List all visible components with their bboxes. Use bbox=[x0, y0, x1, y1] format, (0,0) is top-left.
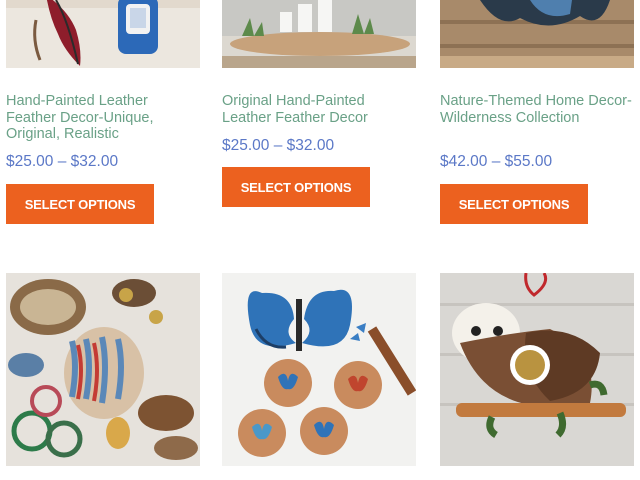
select-options-button[interactable]: Select options bbox=[440, 184, 588, 224]
price-separator: – bbox=[57, 153, 67, 170]
price-low: $25.00 bbox=[222, 137, 270, 154]
product-price: $25.00 – $32.00 bbox=[222, 137, 334, 155]
select-options-button[interactable]: Select options bbox=[6, 184, 154, 224]
product-image-owl-ornament[interactable] bbox=[440, 273, 634, 466]
price-separator: – bbox=[491, 153, 501, 170]
product-image-table-centerpiece[interactable] bbox=[222, 0, 416, 68]
select-options-button[interactable]: Select options bbox=[222, 167, 370, 207]
product-image-butterfly-coasters[interactable] bbox=[222, 273, 416, 466]
product-image-wildlife-decor[interactable] bbox=[440, 0, 634, 68]
product-title[interactable]: Nature-Themed Home Decor- Wilderness Col… bbox=[440, 93, 634, 126]
price-high: $32.00 bbox=[286, 137, 335, 154]
price-separator: – bbox=[273, 137, 283, 154]
product-image-leather-ornaments-collage[interactable] bbox=[6, 273, 200, 466]
product-price: $25.00 – $32.00 bbox=[6, 153, 118, 171]
price-high: $32.00 bbox=[70, 153, 119, 170]
product-title[interactable]: Original Hand-Painted Leather Feather De… bbox=[222, 93, 416, 126]
product-price: $42.00 – $55.00 bbox=[440, 153, 552, 171]
price-high: $55.00 bbox=[504, 153, 553, 170]
price-low: $25.00 bbox=[6, 153, 54, 170]
product-image-feather-earrings[interactable] bbox=[6, 0, 200, 68]
product-title[interactable]: Hand-Painted Leather Feather Decor-Uniqu… bbox=[6, 93, 200, 143]
price-low: $42.00 bbox=[440, 153, 488, 170]
